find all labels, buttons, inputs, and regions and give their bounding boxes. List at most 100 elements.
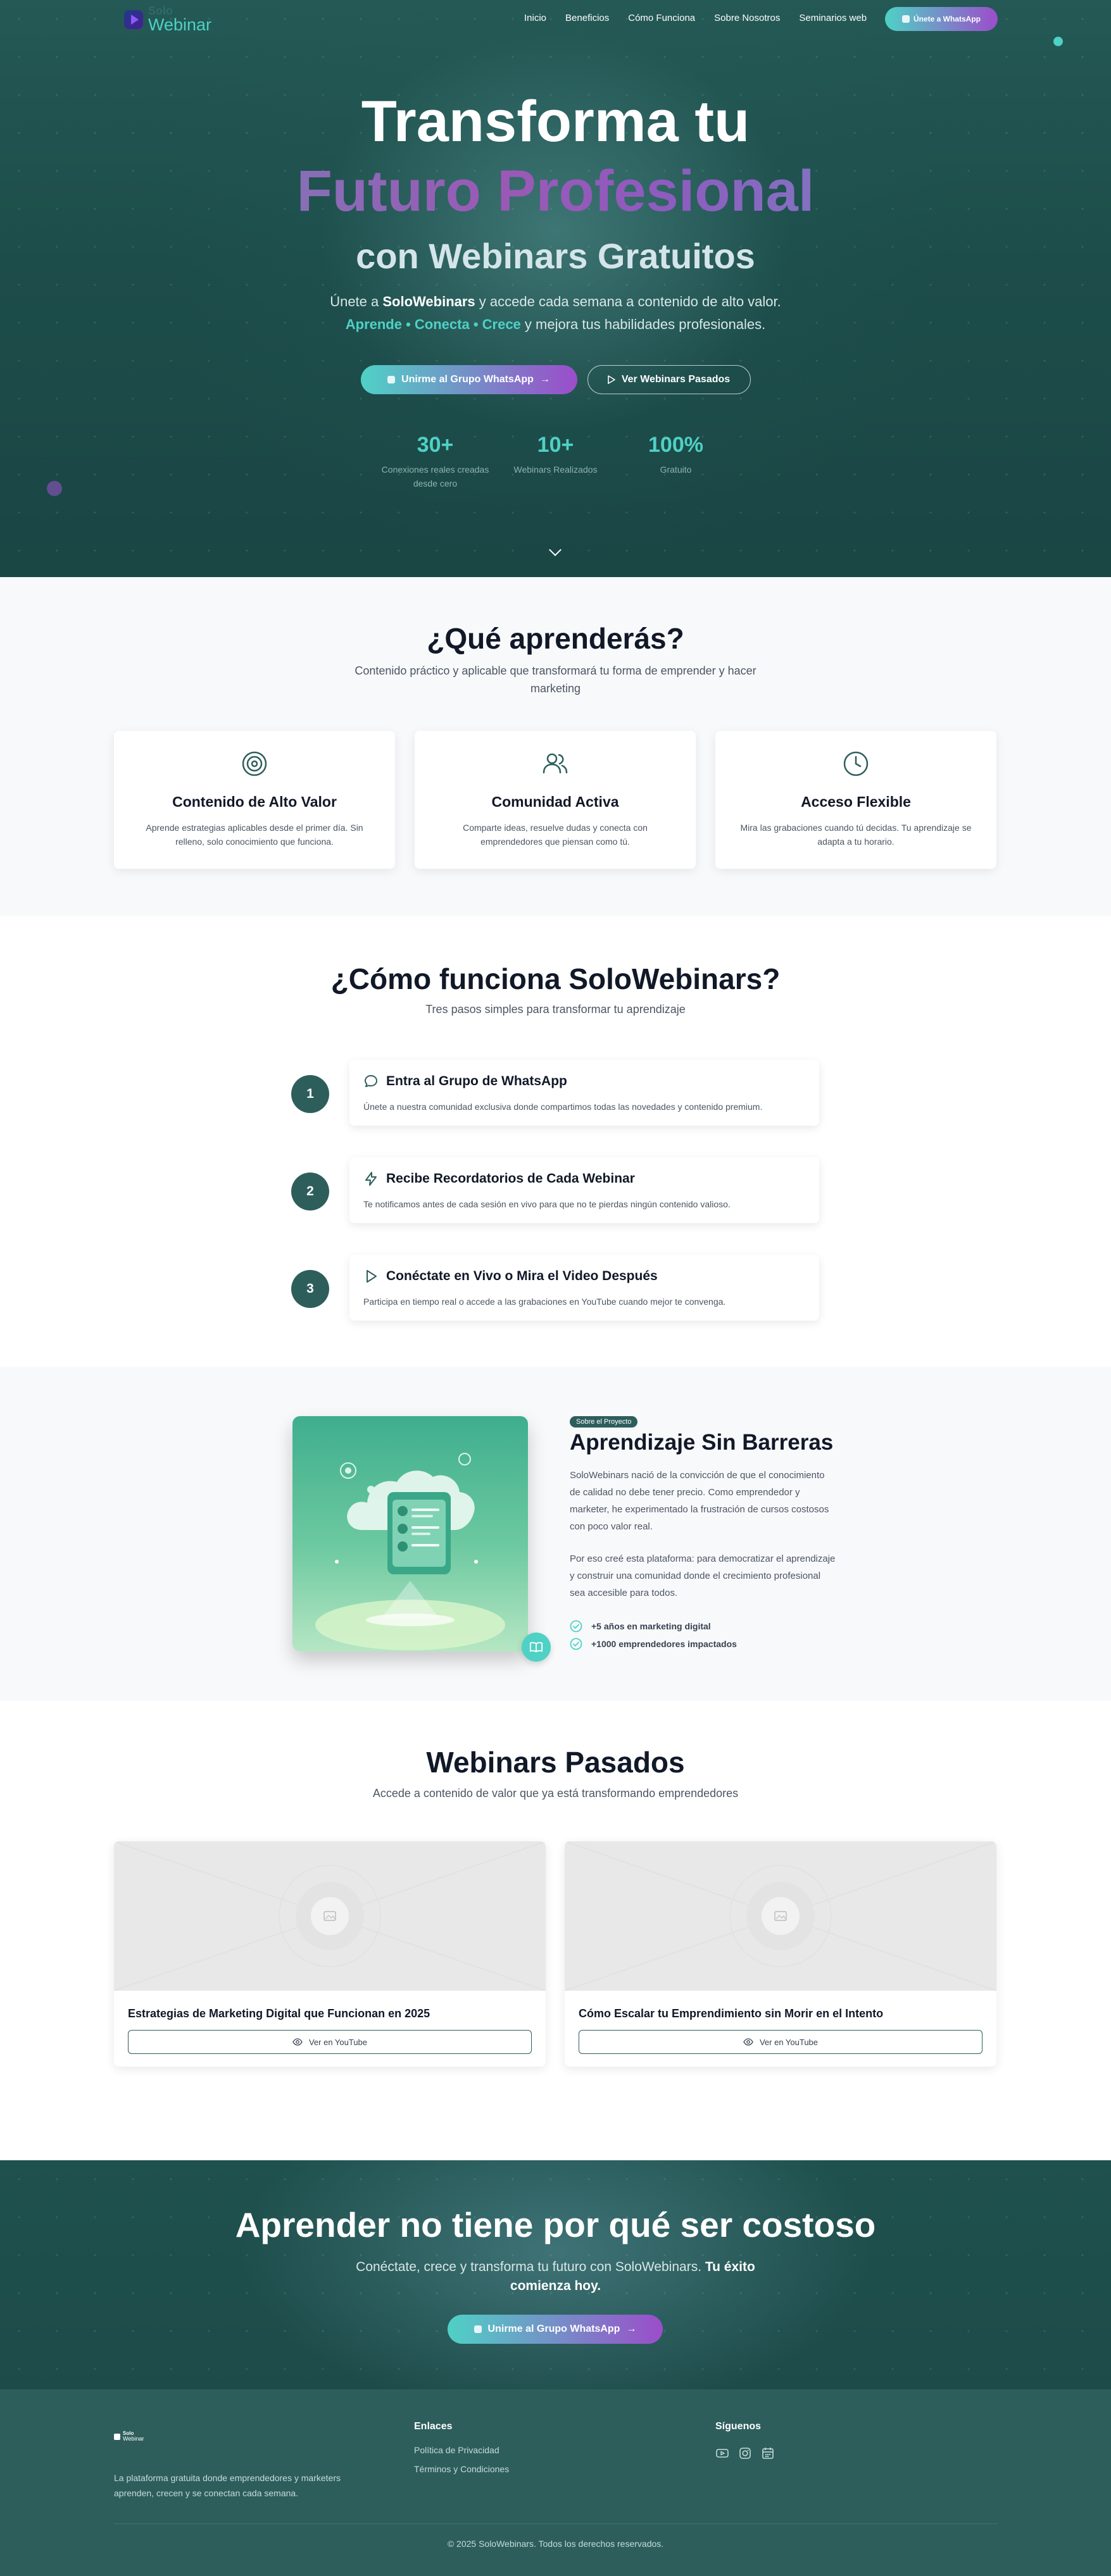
step-title: Recibe Recordatorios de Cada Webinar [386, 1171, 635, 1186]
cta-subtitle: Conéctate, crece y transforma tu futuro … [356, 2260, 755, 2293]
footer-social-title: Síguenos [715, 2421, 762, 2432]
step-number: 1 [291, 1075, 329, 1113]
video-thumbnail[interactable] [565, 1841, 996, 1991]
hero-subtitle-2: Aprende • Conecta • Crece y mejora tus h… [345, 316, 766, 332]
about-paragraph-1: SoloWebinars nació de la convicción de q… [570, 1470, 829, 1532]
whatsapp-icon [474, 2325, 482, 2333]
watch-youtube-label: Ver en YouTube [759, 2037, 819, 2047]
webinar-title: Estrategias de Marketing Digital que Fun… [128, 2007, 430, 2020]
cta-title: Aprender no tiene por qué ser costoso [235, 2205, 876, 2244]
about-paragraph-2: Por eso creé esta plataforma: para democ… [570, 1553, 836, 1598]
hero-highlight: Aprende • Conecta • Crece [345, 316, 521, 332]
learn-title: ¿Qué aprenderás? [427, 622, 684, 655]
calendar-icon[interactable] [761, 2446, 775, 2460]
stat-free: 100% Gratuito [616, 433, 736, 490]
step-item: 3 Conéctate en Vivo o Mira el Video Desp… [291, 1255, 819, 1321]
learn-section: ¿Qué aprenderás? Contenido práctico y ap… [0, 577, 1111, 916]
cloud-learning-illustration [292, 1416, 528, 1652]
footer-link-privacy[interactable]: Política de Privacidad [414, 2445, 499, 2455]
cta-whatsapp-label: Unirme al Grupo WhatsApp [487, 2324, 620, 2334]
footer-logo-bottom: Webinar [123, 2436, 144, 2442]
watch-youtube-button[interactable]: Ver en YouTube [128, 2030, 532, 2054]
youtube-icon[interactable] [715, 2446, 729, 2460]
learn-card: Acceso Flexible Mira las grabaciones cua… [715, 731, 996, 869]
footer-link-terms[interactable]: Términos y Condiciones [414, 2464, 509, 2474]
step-card: Recibe Recordatorios de Cada Webinar Te … [349, 1157, 819, 1223]
hero-title-line1: Transforma tu [361, 89, 750, 154]
cta-section: Aprender no tiene por qué ser costoso Co… [0, 2160, 1111, 2389]
users-icon [543, 753, 568, 774]
brand-name: SoloWebinars [382, 294, 475, 309]
hero-title-line3: con Webinars Gratuitos [356, 236, 755, 276]
how-it-works-section: ¿Cómo funciona SoloWebinars? Tres pasos … [0, 916, 1111, 1367]
past-title: Webinars Pasados [426, 1746, 685, 1779]
logo[interactable]: Solo Webinar [124, 5, 211, 34]
nav-whatsapp-button[interactable]: Únete a WhatsApp [885, 7, 998, 31]
learn-subtitle: Contenido práctico y aplicable que trans… [355, 664, 756, 695]
eye-icon [743, 2038, 753, 2046]
logo-mark-icon [114, 2433, 120, 2440]
eye-icon [292, 2038, 303, 2046]
hero-section: Solo Webinar Inicio Beneficios Cómo Func… [0, 0, 1111, 577]
learn-card-title: Comunidad Activa [491, 793, 619, 810]
join-whatsapp-button[interactable]: Unirme al Grupo WhatsApp → [360, 365, 577, 394]
about-check-item: +5 años en marketing digital [570, 1620, 711, 1633]
step-number: 2 [291, 1173, 329, 1210]
learn-card: Contenido de Alto Valor Aprende estrateg… [114, 731, 395, 869]
stat-value: 100% [648, 433, 703, 457]
step-title: Conéctate en Vivo o Mira el Video Despué… [386, 1269, 658, 1283]
stat-label: Gratuito [660, 464, 692, 475]
about-check-label: +1000 emprendedores impactados [591, 1639, 737, 1649]
hero-subtitle: Únete a SoloWebinars y accede cada seman… [330, 294, 781, 309]
book-icon [522, 1633, 551, 1662]
footer-social-icons [715, 2446, 775, 2460]
learn-card-text: Mira las grabaciones cuando tú decidas. … [740, 823, 972, 847]
nav-link-como-funciona[interactable]: Cómo Funciona [628, 13, 695, 23]
nav-whatsapp-label: Únete a WhatsApp [913, 15, 981, 23]
play-icon [367, 1270, 377, 1283]
nav-link-beneficios[interactable]: Beneficios [565, 13, 609, 23]
play-icon [608, 375, 615, 384]
stat-label: Webinars Realizados [513, 464, 598, 475]
how-subtitle: Tres pasos simples para transformar tu a… [425, 1003, 686, 1016]
webinar-cards: Estrategias de Marketing Digital que Fun… [114, 1841, 996, 2067]
stat-connections: 30+ Conexiones reales creadas desde cero [375, 433, 496, 490]
footer-logo[interactable]: Solo Webinar [114, 2431, 144, 2442]
how-title: ¿Cómo funciona SoloWebinars? [330, 962, 781, 995]
watch-youtube-button[interactable]: Ver en YouTube [579, 2030, 982, 2054]
step-title: Entra al Grupo de WhatsApp [386, 1074, 567, 1088]
learn-card-text: Comparte ideas, resuelve dudas y conecta… [463, 823, 648, 847]
step-item: 1 Entra al Grupo de WhatsApp Únete a nue… [291, 1060, 819, 1126]
learn-card: Comunidad Activa Comparte ideas, resuelv… [415, 731, 696, 869]
footer-divider [114, 2523, 997, 2524]
nav-link-sobre-nosotros[interactable]: Sobre Nosotros [714, 13, 780, 23]
clock-icon [843, 751, 869, 776]
nav-link-inicio[interactable]: Inicio [524, 13, 546, 23]
instagram-icon[interactable] [738, 2446, 752, 2460]
learn-card-title: Contenido de Alto Valor [172, 793, 337, 810]
check-circle-icon [570, 1638, 582, 1650]
about-section: Sobre el Proyecto Aprendizaje Sin Barrer… [0, 1367, 1111, 1701]
step-card: Entra al Grupo de WhatsApp Únete a nuest… [349, 1060, 819, 1126]
nav-link-seminarios[interactable]: Seminarios web [799, 13, 867, 23]
footer-description: La plataforma gratuita donde emprendedor… [114, 2473, 341, 2498]
past-webinars-label: Ver Webinars Pasados [621, 374, 731, 385]
learn-card-text: Aprende estrategias aplicables desde el … [146, 823, 363, 847]
about-check-label: +5 años en marketing digital [591, 1621, 711, 1631]
learn-card-title: Acceso Flexible [801, 793, 911, 810]
cta-whatsapp-button[interactable]: Unirme al Grupo WhatsApp → [448, 2315, 663, 2344]
step-item: 2 Recibe Recordatorios de Cada Webinar T… [291, 1157, 819, 1223]
footer-copyright: © 2025 SoloWebinars. Todos los derechos … [447, 2539, 664, 2549]
hero-title-line2: Futuro Profesional [0, 158, 1111, 225]
webinar-card: Estrategias de Marketing Digital que Fun… [114, 1841, 546, 2067]
nav-links: Inicio Beneficios Cómo Funciona Sobre No… [524, 13, 867, 23]
step-text: Únete a nuestra comunidad exclusiva dond… [363, 1102, 763, 1112]
past-webinars-button[interactable]: Ver Webinars Pasados [587, 365, 751, 394]
step-number: 3 [291, 1270, 329, 1308]
stat-value: 30+ [417, 433, 454, 457]
about-check-item: +1000 emprendedores impactados [570, 1638, 737, 1650]
hero-dot-pattern [0, 0, 1111, 577]
stat-label: Conexiones reales creadas desde cero [381, 464, 489, 488]
video-thumbnail[interactable] [114, 1841, 546, 1991]
past-subtitle: Accede a contenido de valor que ya está … [372, 1787, 739, 1800]
